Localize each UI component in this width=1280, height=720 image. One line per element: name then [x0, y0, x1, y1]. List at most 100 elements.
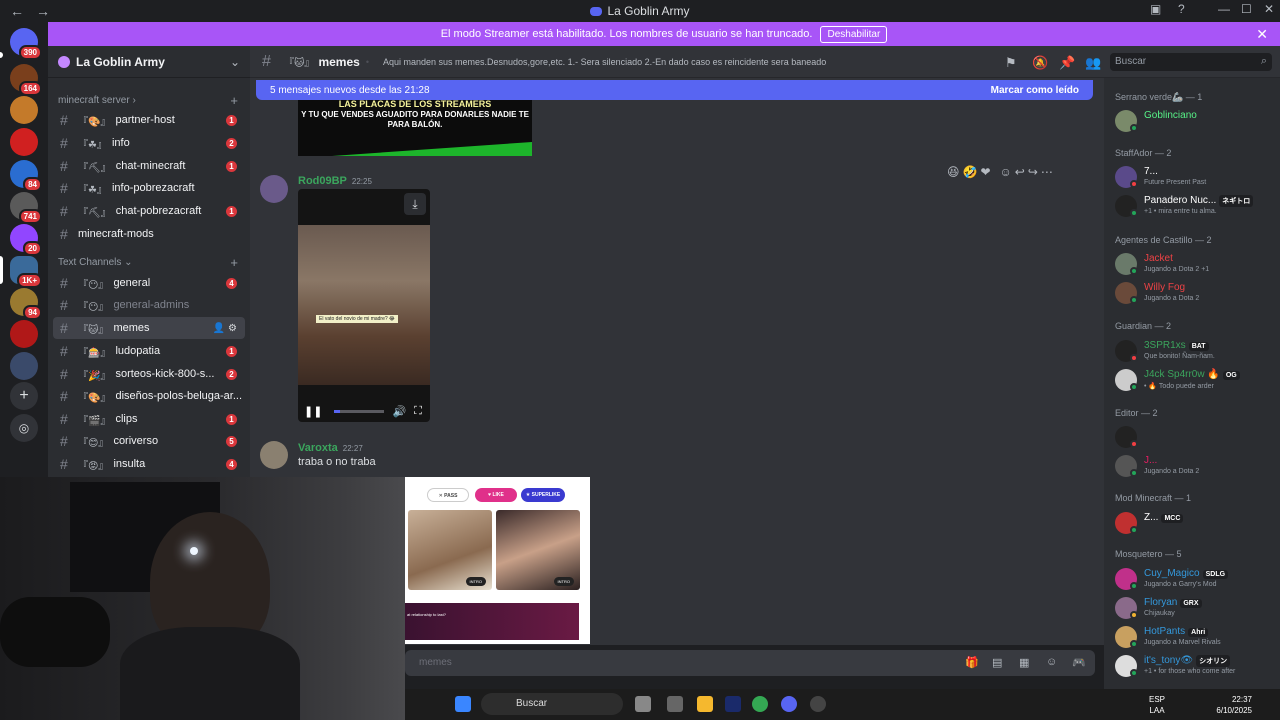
threads-icon[interactable]: ⚑ [1005, 55, 1017, 71]
avatar[interactable] [260, 175, 288, 203]
member-item[interactable]: J... Jugando a Dota 2 [1115, 453, 1275, 481]
gift-icon[interactable]: 🎁 [965, 656, 979, 669]
server-icon[interactable]: 20 [10, 224, 42, 256]
member-item[interactable]: it's_tony👁 シオリン +1 • for those who come af… [1115, 653, 1275, 681]
pause-icon[interactable]: ❚❚ [304, 405, 322, 418]
server-icon[interactable]: 84 [10, 160, 42, 192]
member-item[interactable]: Floryan GRX Chijaukay [1115, 595, 1275, 623]
message-composer[interactable]: memes 🎁 ▤ ▦ ☺ 🎮 [405, 650, 1095, 676]
photoshop-icon[interactable] [725, 696, 741, 712]
start-icon[interactable] [455, 696, 471, 712]
minimize-button[interactable]: — [1218, 2, 1230, 16]
meme-image[interactable]: LAS PLACAS DE LOS STREAMERS Y TU QUE VEN… [298, 100, 532, 156]
member-item[interactable]: 7... Future Present Past [1115, 164, 1275, 192]
download-icon[interactable]: ⤓ [404, 193, 426, 215]
reaction-heart-icon[interactable]: ❤ [980, 165, 990, 179]
channel-info[interactable]: # 『☘』 info 2 [53, 132, 245, 154]
member-item[interactable]: HotPants Ahri Jugando a Marvel Rivals [1115, 624, 1275, 652]
maximize-button[interactable]: ☐ [1241, 2, 1252, 16]
channel-chat-minecraft[interactable]: # 『⛏』 chat-minecraft 1 [53, 155, 245, 177]
direct-messages-button[interactable]: 390 [10, 28, 42, 60]
close-banner-icon[interactable]: ✕ [1256, 26, 1268, 43]
help-icon[interactable]: ? [1178, 2, 1185, 16]
channel-dise-os-polos-beluga-ar[interactable]: # 『🎨』 diseños-polos-beluga-ar... [53, 385, 245, 407]
member-list-icon[interactable]: 👥 [1085, 55, 1101, 71]
channel-ludopatia[interactable]: # 『🎰』 ludopatia 1 [53, 340, 245, 362]
volume-icon[interactable]: 🔊 [392, 405, 406, 418]
discover-icon[interactable]: ◎ [10, 414, 38, 442]
server-icon-la-goblin-army[interactable]: 1K+ [10, 256, 42, 288]
reaction-rofl-icon[interactable]: 🤣 [963, 165, 978, 179]
member-item[interactable] [1115, 424, 1275, 452]
category-minecraft-server[interactable]: minecraft server › + [58, 93, 240, 108]
message-author[interactable]: Varoxta 22:27 [298, 442, 363, 454]
channel-coriverso[interactable]: # 『😊』 coriverso 5 [53, 430, 245, 452]
new-messages-bar[interactable]: 5 mensajes nuevos desde las 21:28 Marcar… [256, 80, 1093, 100]
reply-icon[interactable]: ↩ [1015, 165, 1025, 179]
server-icon[interactable] [10, 320, 38, 348]
member-item[interactable]: 3SPR1xs BAT Que bonito! Ñam-ñam. [1115, 338, 1275, 366]
avatar[interactable] [260, 441, 288, 469]
search-input[interactable]: Buscar ⌕ [1110, 53, 1272, 71]
sticker-icon[interactable]: ▦ [1019, 656, 1029, 669]
channel-chat-pobrezacraft[interactable]: # 『⛏』 chat-pobrezacraft 1 [53, 200, 245, 222]
inbox-icon[interactable]: ▣ [1150, 2, 1161, 16]
member-name: J4ck Sp4rr0w 🔥 OG [1144, 369, 1240, 380]
discord-taskbar-icon[interactable] [781, 696, 797, 712]
video-player[interactable]: El vato del novio de mi madre? 😂 ⤓ ❚❚ 🔊 … [298, 189, 430, 422]
server-icon[interactable]: 741 [10, 192, 42, 224]
reaction-laugh-icon[interactable]: 😆 [947, 165, 960, 179]
member-item[interactable]: Willy Fog Jugando a Dota 2 [1115, 280, 1275, 308]
file-explorer-icon[interactable] [697, 696, 713, 712]
channel-partner-host[interactable]: # 『🎨』 partner-host 1 [53, 109, 245, 131]
chrome-icon[interactable] [752, 696, 768, 712]
member-item[interactable]: Goblinciano [1115, 108, 1275, 136]
emoji-icon[interactable]: ☺ [1046, 656, 1057, 668]
pin-icon[interactable]: 📌 [1059, 55, 1075, 71]
task-view-icon[interactable] [635, 696, 651, 712]
channel-settings-icon[interactable]: 👤 ⚙ [213, 323, 237, 334]
gif-icon[interactable]: ▤ [992, 656, 1002, 669]
app-icon[interactable] [810, 696, 826, 712]
server-icon[interactable]: 164 [10, 64, 42, 96]
channel-clips[interactable]: # 『🎬』 clips 1 [53, 408, 245, 430]
attachment-image[interactable]: ✕ PASS ♥ LIKE ★ SUPERLIKE INTRO INTRO at… [405, 477, 590, 644]
forward-icon[interactable]: ↪ [1028, 165, 1038, 179]
channel-info-pobrezacraft[interactable]: # 『☘』 info-pobrezacraft [53, 177, 245, 199]
more-icon[interactable]: ⋯ [1041, 165, 1053, 179]
server-icon[interactable] [10, 352, 38, 380]
add-channel-icon[interactable]: + [230, 93, 238, 108]
close-window-button[interactable]: ✕ [1264, 2, 1274, 16]
progress-bar[interactable] [334, 409, 385, 413]
channel-general-admins[interactable]: # 『😶』 general-admins [53, 294, 245, 316]
clock[interactable]: 22:37 6/10/2025 [1216, 694, 1252, 716]
member-item[interactable]: J4ck Sp4rr0w 🔥 OG • 🔥 Todo puede arder [1115, 367, 1275, 395]
channel-minecraft-mods[interactable]: # minecraft-mods [53, 223, 245, 245]
channel-general[interactable]: # 『😶』 general 4 [53, 272, 245, 294]
add-reaction-icon[interactable]: ☺ [1000, 165, 1012, 179]
category-text-channels[interactable]: Text Channels ⌄ + [58, 255, 240, 270]
add-server-button[interactable]: + [10, 382, 38, 410]
member-item[interactable]: Panadero Nuc... ネギトロ +1 • mira entre tu al… [1115, 193, 1275, 221]
server-icon[interactable] [10, 96, 38, 124]
channel-sorteos-kick-800-s[interactable]: # 『🎉』 sorteos-kick-800-s... 2 [53, 363, 245, 385]
member-item[interactable]: Cuy_Magico SDLG Jugando a Garry's Mod [1115, 566, 1275, 594]
add-channel-icon[interactable]: + [230, 255, 238, 270]
app-icon[interactable] [667, 696, 683, 712]
channel-insulta[interactable]: # 『😡』 insulta 4 [53, 453, 245, 475]
message-author[interactable]: Rod09BP 22:25 [298, 175, 372, 187]
server-icon[interactable] [10, 128, 38, 156]
channel-topic[interactable]: Aqui manden sus memes.Desnudos,gore,etc.… [383, 57, 826, 67]
server-icon[interactable]: 94 [10, 288, 42, 320]
channel-memes[interactable]: # 『🐱』 memes 👤 ⚙ [53, 317, 245, 339]
fullscreen-icon[interactable]: ⛶ [414, 405, 422, 418]
taskbar-search[interactable]: Buscar [481, 693, 623, 715]
mark-as-read-button[interactable]: Marcar como leído [991, 85, 1079, 96]
notification-bell-icon[interactable]: 🔕 [1032, 55, 1048, 71]
guild-header[interactable]: La Goblin Army ⌄ [48, 46, 250, 78]
member-item[interactable]: Z... MCC [1115, 510, 1275, 538]
language-indicator[interactable]: ESP LAA [1149, 694, 1165, 716]
member-item[interactable]: Jacket Jugando a Dota 2 +1 [1115, 251, 1275, 279]
disable-streamer-button[interactable]: Deshabilitar [820, 25, 888, 43]
apps-icon[interactable]: 🎮 [1072, 656, 1086, 669]
